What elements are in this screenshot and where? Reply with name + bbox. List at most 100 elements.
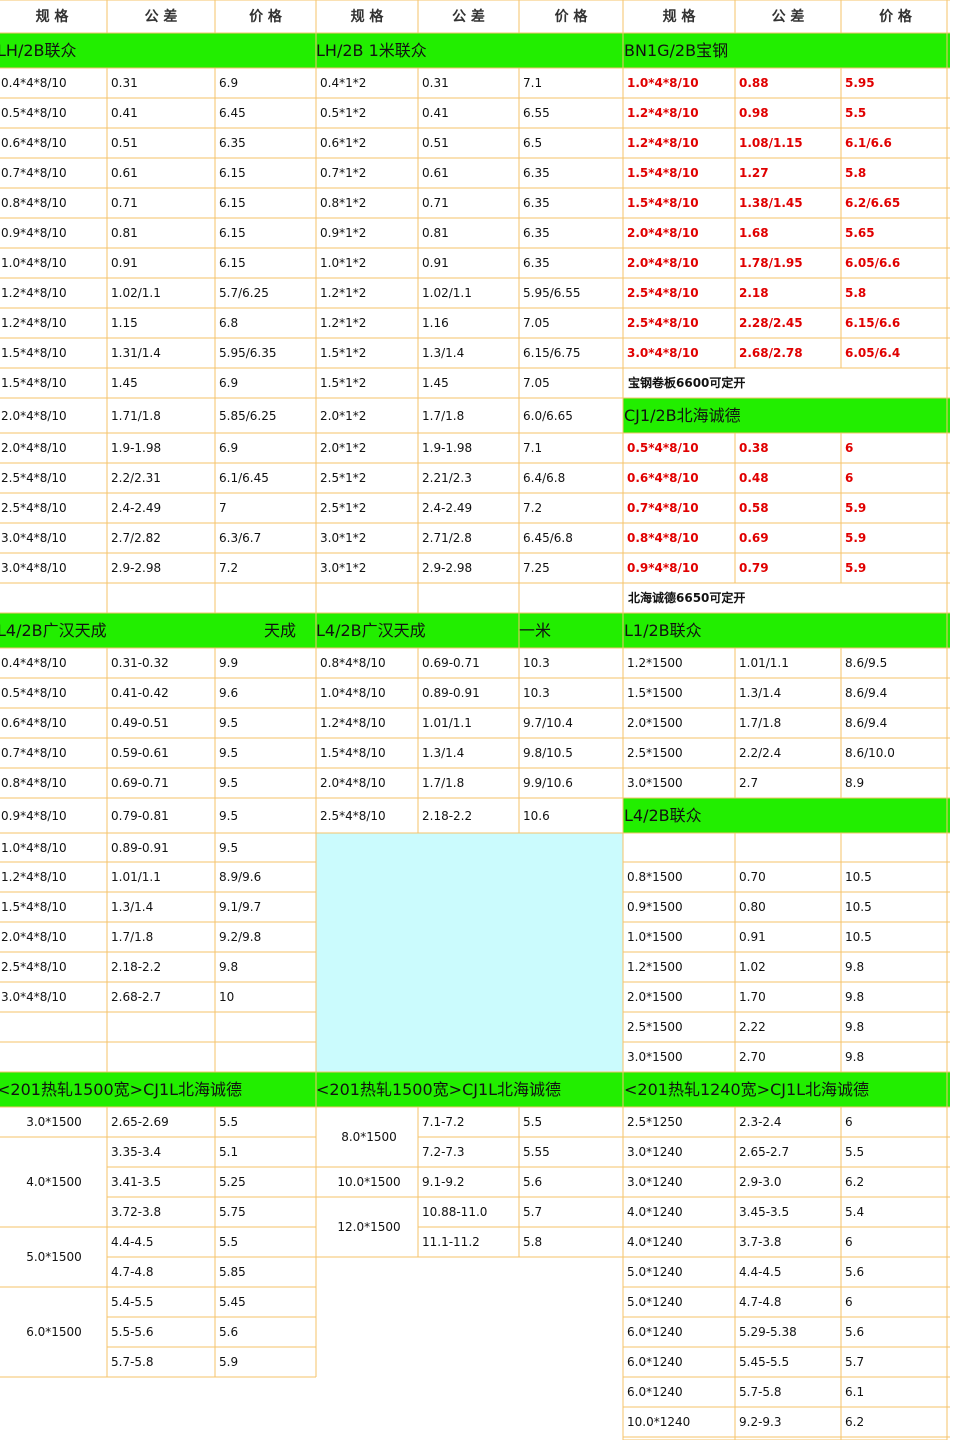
table-cell: 1.0*4*8/10 xyxy=(1,840,67,855)
table-cell: 0.88 xyxy=(739,76,769,90)
table-cell: 6.0*1500 xyxy=(26,1325,82,1339)
table-cell: 5.8 xyxy=(845,166,867,180)
table-cell: 1.7/1.8 xyxy=(111,930,154,944)
table-cell: 6.15 xyxy=(219,196,246,210)
table-cell: 5.95/6.35 xyxy=(219,346,277,360)
table-cell: 6.9 xyxy=(219,76,239,90)
table-cell: 5.65 xyxy=(845,226,875,240)
table-cell: 1.01/1.1 xyxy=(111,870,161,884)
table-cell: 2.71/2.8 xyxy=(422,531,472,545)
table-cell: 5.7 xyxy=(523,1205,543,1219)
table-cell: 9.1/9.7 xyxy=(219,900,262,914)
table-cell: 5.85/6.25 xyxy=(219,408,277,423)
table-cell: 6.3/6.7 xyxy=(219,531,262,545)
table-cell: 5.9 xyxy=(845,501,867,515)
table-cell: 2.0*4*8/10 xyxy=(1,408,67,423)
table-cell: 5.8 xyxy=(845,286,867,300)
table-cell: 1.15 xyxy=(111,316,138,330)
table-cell: 0.59-0.61 xyxy=(111,746,169,760)
table-cell: 0.81 xyxy=(111,226,138,240)
table-cell: 6.0*1240 xyxy=(627,1325,683,1339)
table-cell: 2.0*4*8/10 xyxy=(627,226,699,240)
table-cell: 1.0*4*8/10 xyxy=(320,686,386,700)
table-cell: 1.2*4*8/10 xyxy=(1,286,67,300)
section-title: L4/2B广汉天成 xyxy=(0,620,107,640)
table-cell: 1.2*4*8/10 xyxy=(1,316,67,330)
table-cell: 10.5 xyxy=(845,930,872,944)
table-cell: 8.6/9.5 xyxy=(845,656,888,670)
table-cell: 3.0*1*2 xyxy=(320,531,367,545)
table-cell: 8.6/9.4 xyxy=(845,686,888,700)
table-cell: 0.51 xyxy=(422,136,449,150)
table-cell: 1.5*4*8/10 xyxy=(320,746,386,760)
table-cell: 0.7*4*8/10 xyxy=(1,746,67,760)
table-cell: 1.2*4*8/10 xyxy=(1,870,67,884)
table-cell: 4.7-4.8 xyxy=(739,1295,782,1309)
section-title: L4/2B联众 xyxy=(624,805,702,825)
table-cell: 5.6 xyxy=(845,1265,865,1279)
table-cell: 1.02 xyxy=(739,960,766,974)
table-cell: 0.91 xyxy=(111,256,138,270)
table-cell: 6.2 xyxy=(845,1175,865,1189)
note-text: 北海诚德6650可定开 xyxy=(628,591,746,605)
table-cell: 6.05/6.4 xyxy=(845,346,901,360)
table-cell: 7.2-7.3 xyxy=(422,1145,465,1159)
table-cell: 0.49-0.51 xyxy=(111,716,169,730)
table-cell: 5.6 xyxy=(523,1175,543,1189)
table-cell: 3.41-3.5 xyxy=(111,1175,162,1189)
table-cell: 9.8 xyxy=(845,1020,865,1034)
table-cell: 6.15/6.6 xyxy=(845,316,901,330)
table-cell: 5.0*1240 xyxy=(627,1295,683,1309)
table-cell: 6.35 xyxy=(523,226,550,240)
table-cell: 0.6*4*8/10 xyxy=(627,471,699,485)
table-cell: 1.3/1.4 xyxy=(422,346,465,360)
table-cell: 1.7/1.8 xyxy=(739,716,782,730)
table-cell: 12.0*1500 xyxy=(337,1220,401,1234)
table-cell: 1.45 xyxy=(111,376,138,390)
table-cell: 2.9-2.98 xyxy=(111,561,162,575)
price-sheet: 规 格 公 差 价 格 规 格 公 差 价 格 规 格 公 差 价 格 LH/2B联众 LH/2B … xyxy=(0,0,950,1440)
table-cell: 3.0*4*8/10 xyxy=(1,990,67,1004)
column-header: 公 差 xyxy=(452,8,485,25)
table-cell: 0.4*4*8/10 xyxy=(1,656,67,670)
table-cell: 9.8/10.5 xyxy=(523,746,573,760)
table-cell: 1.0*1*2 xyxy=(320,256,367,270)
table-cell: 1.2*1*2 xyxy=(320,286,367,300)
table-cell: 2.65-2.69 xyxy=(111,1115,169,1129)
table-cell: 2.18-2.2 xyxy=(111,960,162,974)
table-cell: 0.9*1*2 xyxy=(320,226,367,240)
table-cell: 9.5 xyxy=(219,776,239,790)
table-cell: 2.70 xyxy=(739,1050,766,1064)
table-cell: 1.3/1.4 xyxy=(111,900,154,914)
section-tag: 天成 xyxy=(263,620,296,640)
table-cell: 3.0*1240 xyxy=(627,1145,683,1159)
table-cell: 6.45 xyxy=(219,106,246,120)
table-cell: 1.2*4*8/10 xyxy=(627,136,699,150)
table-cell: 0.89-0.91 xyxy=(422,686,480,700)
table-cell: 5.5 xyxy=(523,1115,543,1129)
table-cell: 0.91 xyxy=(422,256,449,270)
table-cell: 6.9 xyxy=(219,441,239,455)
table-cell: 5.85 xyxy=(219,1265,246,1279)
table-cell: 1.0*4*8/10 xyxy=(1,256,67,270)
table-cell: 2.2/2.31 xyxy=(111,471,161,485)
table-cell: 2.5*4*8/10 xyxy=(1,960,67,974)
section-title: <201热轧1500宽>CJ1L北海诚德 xyxy=(0,1079,243,1099)
table-cell: 6 xyxy=(845,441,854,455)
table-cell: 0.9*4*8/10 xyxy=(1,808,67,823)
table-cell: 1.01/1.1 xyxy=(422,716,472,730)
section-title: <201热轧1240宽>CJ1L北海诚德 xyxy=(624,1079,870,1099)
table-cell: 5.1 xyxy=(219,1145,239,1159)
table-cell: 6 xyxy=(845,1115,853,1129)
table-cell: 1.45 xyxy=(422,376,449,390)
table-cell: 5.4 xyxy=(845,1205,865,1219)
table-cell: 2.5*1500 xyxy=(627,746,683,760)
table-cell: 6.15/6.75 xyxy=(523,346,581,360)
table-cell: 5.8 xyxy=(523,1235,543,1249)
table-cell: 5.95 xyxy=(845,76,875,90)
table-cell: 6.45/6.8 xyxy=(523,531,573,545)
table-cell: 1.5*4*8/10 xyxy=(1,376,67,390)
table-cell: 3.0*4*8/10 xyxy=(1,531,67,545)
table-cell: 2.0*1*2 xyxy=(320,408,367,423)
table-cell: 3.0*1*2 xyxy=(320,561,367,575)
